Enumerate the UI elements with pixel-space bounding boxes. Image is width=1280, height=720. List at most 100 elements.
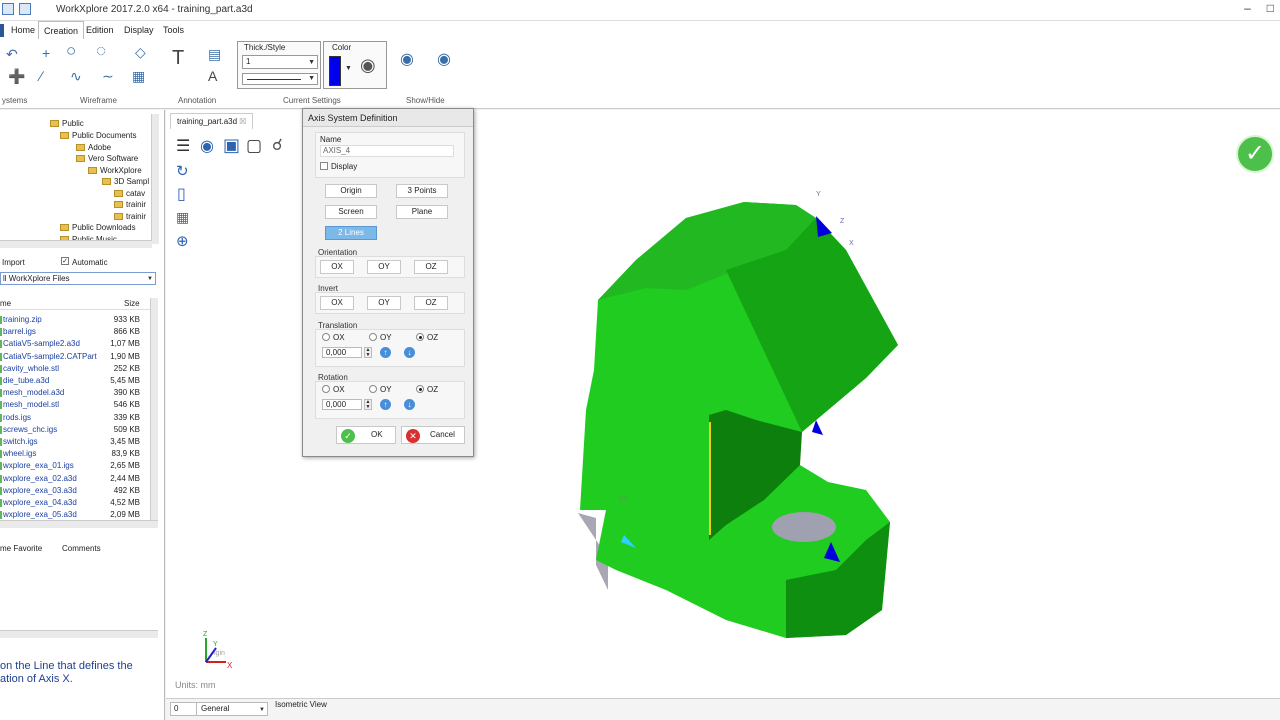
circle-icon[interactable]: ○ — [66, 42, 76, 59]
automatic-checkbox[interactable]: ✓ — [61, 257, 69, 265]
translation-up-icon[interactable]: ↑ — [380, 347, 391, 358]
tree-scrollbar[interactable] — [151, 114, 159, 244]
file-row[interactable]: switch.igs 3,45 MB — [0, 436, 140, 448]
rotation-oy-radio[interactable]: OY — [369, 385, 392, 394]
text-icon[interactable]: T — [172, 48, 184, 68]
tree-item[interactable]: Public Downloads — [60, 222, 136, 233]
hide-icon[interactable]: ◉ — [437, 52, 451, 68]
col-size[interactable]: Size — [124, 299, 140, 308]
file-row[interactable]: wheel.igs 83,9 KB — [0, 448, 140, 460]
comments-hscrollbar[interactable] — [0, 630, 158, 638]
file-row[interactable]: CatiaV5-sample2.CATPart 1,90 MB — [0, 351, 140, 363]
mode-origin-button[interactable]: Origin — [325, 184, 377, 198]
file-row[interactable]: mesh_model.a3d 390 KB — [0, 387, 140, 399]
layer-group-select[interactable]: General ▼ — [196, 702, 268, 716]
file-row[interactable]: rods.igs 339 KB — [0, 412, 140, 424]
dimension-icon[interactable]: ▤ — [208, 47, 221, 61]
tree-item[interactable]: 3D Sampl — [102, 176, 149, 187]
translation-oy-radio[interactable]: OY — [369, 333, 392, 342]
translation-down-icon[interactable]: ↓ — [404, 347, 415, 358]
axis-origin-icon[interactable]: ➕ — [8, 69, 25, 83]
menu-creation[interactable]: Creation — [38, 21, 85, 39]
curve-icon[interactable]: ∼ — [102, 69, 114, 83]
arc-icon[interactable]: ◌ — [96, 42, 106, 59]
invert-oz-button[interactable]: OZ — [414, 296, 448, 310]
tree-item[interactable]: Adobe — [76, 142, 111, 153]
file-row[interactable]: wxplore_exa_03.a3d 492 KB — [0, 485, 140, 497]
rotation-ox-radio[interactable]: OX — [322, 385, 345, 394]
line-icon[interactable]: ∕ — [40, 69, 42, 83]
menu-home[interactable]: Home — [6, 21, 40, 39]
translation-oz-radio[interactable]: OZ — [416, 333, 438, 342]
file-type-select[interactable]: ll WorkXplore Files ▼ — [0, 272, 156, 285]
palette-icon[interactable]: ◉ — [360, 56, 376, 74]
mode-plane-button[interactable]: Plane — [396, 205, 448, 219]
rotation-spinner[interactable]: ▲ ▼ — [364, 399, 372, 410]
tree-item[interactable]: Public Documents — [60, 130, 136, 141]
translation-ox-radio[interactable]: OX — [322, 333, 345, 342]
menu-edition[interactable]: Edition — [81, 21, 119, 39]
file-row[interactable]: wxplore_exa_02.a3d 2,44 MB — [0, 473, 140, 485]
orientation-ox-button[interactable]: OX — [320, 260, 354, 274]
menu-display[interactable]: Display — [119, 21, 159, 39]
minimize-icon[interactable]: – — [1244, 1, 1251, 15]
translation-input[interactable]: 0,000 — [322, 347, 362, 358]
file-row[interactable]: CatiaV5-sample2.a3d 1,07 MB — [0, 338, 140, 350]
annotation-style-icon[interactable]: A — [208, 69, 217, 83]
menu-tools[interactable]: Tools — [158, 21, 189, 39]
show-icon[interactable]: ◉ — [400, 52, 414, 68]
tab-comments[interactable]: Comments — [62, 544, 101, 553]
rotation-oz-radio[interactable]: OZ — [416, 385, 438, 394]
invert-oy-button[interactable]: OY — [367, 296, 401, 310]
color-swatch[interactable] — [329, 56, 341, 86]
file-row[interactable]: cavity_whole.stl 252 KB — [0, 363, 140, 375]
thickness-select[interactable]: 1 ▼ — [242, 55, 318, 69]
tree-item[interactable]: catav — [114, 188, 145, 199]
rotation-up-icon[interactable]: ↑ — [380, 399, 391, 410]
validate-check-icon[interactable]: ✓ — [1236, 135, 1274, 173]
file-row[interactable]: screws_chc.igs 509 KB — [0, 424, 140, 436]
file-row[interactable]: wxplore_exa_04.a3d 4,52 MB — [0, 497, 140, 509]
tree-item[interactable]: Vero Software — [76, 153, 138, 164]
file-row[interactable]: mesh_model.stl 546 KB — [0, 399, 140, 411]
save-icon[interactable] — [2, 3, 14, 15]
invert-ox-button[interactable]: OX — [320, 296, 354, 310]
app-menu-edge[interactable] — [0, 24, 4, 37]
file-row[interactable]: training.zip 933 KB — [0, 314, 140, 326]
display-checkbox[interactable] — [320, 162, 328, 170]
mode-2lines-button[interactable]: 2 Lines — [325, 226, 377, 240]
file-list-header: me Size — [0, 298, 150, 310]
tab-favorite[interactable]: me Favorite — [0, 544, 42, 553]
line-style-select[interactable]: ▼ — [242, 73, 318, 85]
tree-item[interactable]: WorkXplore — [88, 165, 142, 176]
translation-spinner[interactable]: ▲ ▼ — [364, 347, 372, 358]
point-icon[interactable]: + — [42, 46, 50, 60]
orientation-oy-button[interactable]: OY — [367, 260, 401, 274]
file-list-scrollbar[interactable] — [150, 298, 158, 520]
surface-icon[interactable]: ▦ — [132, 69, 145, 83]
col-name[interactable]: me — [0, 299, 11, 308]
maximize-icon[interactable]: □ — [1267, 1, 1274, 15]
plane-icon[interactable]: ◇ — [135, 45, 146, 59]
tree-item[interactable]: trainir — [114, 211, 146, 222]
mode-screen-button[interactable]: Screen — [325, 205, 377, 219]
file-row[interactable]: barrel.igs 866 KB — [0, 326, 140, 338]
rotation-input[interactable]: 0,000 — [322, 399, 362, 410]
orientation-oz-button[interactable]: OZ — [414, 260, 448, 274]
file-list-hscrollbar[interactable] — [0, 520, 158, 528]
cancel-button[interactable]: ✕ Cancel — [401, 426, 465, 444]
tree-item[interactable]: trainir — [114, 199, 146, 210]
rotation-down-icon[interactable]: ↓ — [404, 399, 415, 410]
open-icon[interactable] — [19, 3, 31, 15]
name-input[interactable]: AXIS_4 — [320, 145, 454, 157]
chevron-down-icon[interactable]: ▼ — [345, 62, 352, 76]
axis-system-icon[interactable]: ↶ — [6, 47, 18, 61]
tree-hscrollbar[interactable] — [0, 240, 152, 248]
ok-button[interactable]: ✓ OK — [336, 426, 396, 444]
radio-label: OY — [380, 333, 392, 342]
polyline-icon[interactable]: ∿ — [70, 69, 82, 83]
tree-item[interactable]: Public — [50, 118, 84, 129]
file-row[interactable]: wxplore_exa_01.igs 2,65 MB — [0, 460, 140, 472]
mode-3points-button[interactable]: 3 Points — [396, 184, 448, 198]
file-row[interactable]: die_tube.a3d 5,45 MB — [0, 375, 140, 387]
